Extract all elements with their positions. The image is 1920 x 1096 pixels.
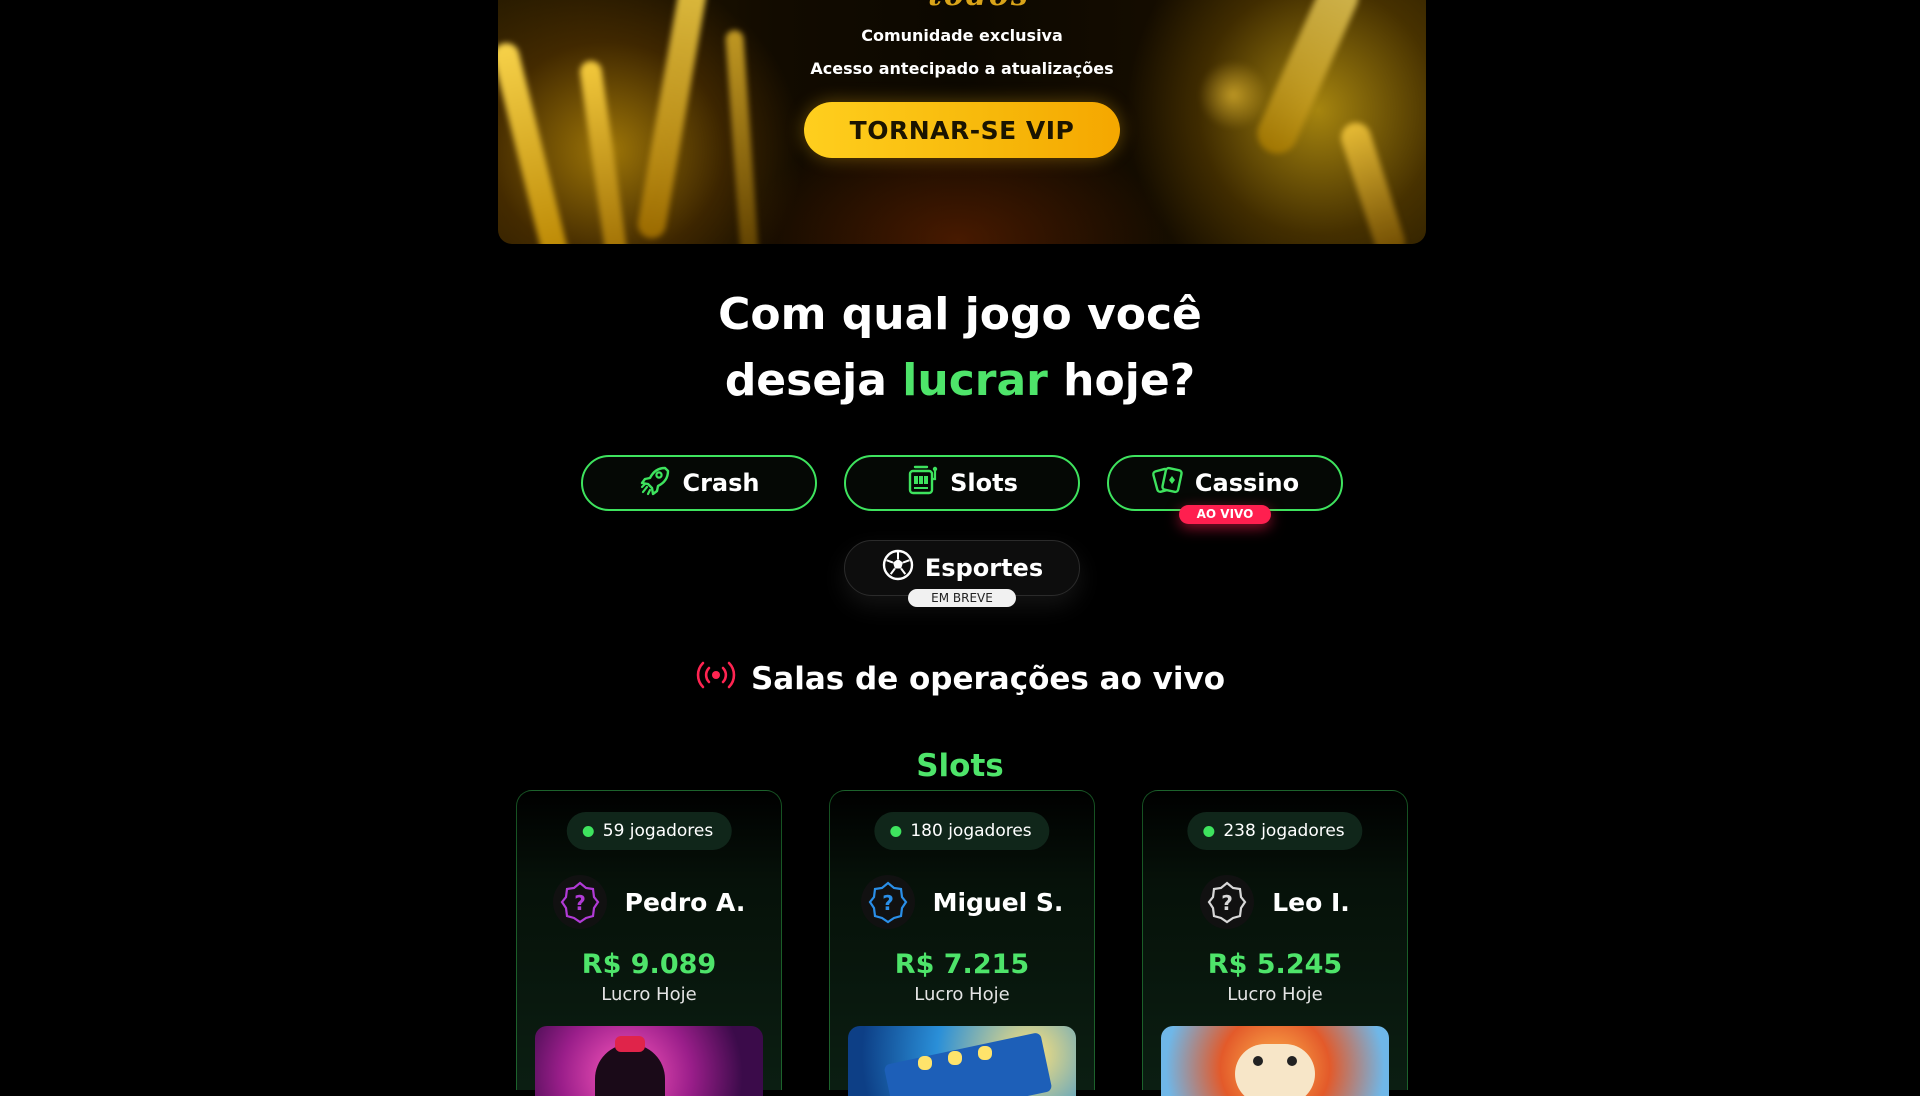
live-badge: AO VIVO bbox=[1179, 505, 1271, 524]
players-count: 59 jogadores bbox=[602, 821, 714, 841]
page: todos Comunidade exclusiva Acesso anteci… bbox=[0, 0, 1920, 1096]
profit-label: Lucro Hoje bbox=[601, 984, 697, 1005]
svg-text:?: ? bbox=[882, 891, 894, 915]
svg-text:?: ? bbox=[1221, 891, 1233, 915]
players-count: 238 jogadores bbox=[1223, 821, 1345, 841]
broadcast-icon bbox=[695, 660, 737, 698]
room-card[interactable]: 238 jogadores ? Leo I. R$ 5.245 Lucro Ho… bbox=[1142, 790, 1408, 1096]
online-dot bbox=[582, 825, 594, 837]
game-thumbnail[interactable] bbox=[535, 1026, 763, 1096]
avatar: ? bbox=[1200, 875, 1255, 929]
slot-machine-icon bbox=[906, 463, 940, 503]
room-card[interactable]: 180 jogadores ? Miguel S. R$ 7.215 Lucro… bbox=[829, 790, 1095, 1096]
section-title-slots: Slots bbox=[916, 748, 1004, 784]
rocket-icon bbox=[638, 463, 672, 503]
players-badge: 180 jogadores bbox=[874, 812, 1050, 850]
page-title: Com qual jogo você deseja lucrar hoje? bbox=[0, 282, 1920, 414]
vip-benefit-early-access: Acesso antecipado a atualizações bbox=[810, 59, 1114, 78]
title-text: hoje? bbox=[1047, 355, 1196, 406]
game-thumbnail[interactable] bbox=[1161, 1026, 1389, 1096]
players-badge: 238 jogadores bbox=[1187, 812, 1363, 850]
lion-avatar-icon: ? bbox=[1207, 881, 1247, 924]
player-info: ? Leo I. bbox=[1143, 875, 1407, 929]
vip-decoration bbox=[578, 59, 630, 244]
vip-banner: todos Comunidade exclusiva Acesso anteci… bbox=[498, 0, 1426, 244]
category-label: Slots bbox=[950, 469, 1018, 497]
players-badge: 59 jogadores bbox=[566, 812, 732, 850]
category-cassino-button[interactable]: Cassino bbox=[1107, 455, 1343, 511]
cards-icon bbox=[1151, 463, 1185, 503]
vip-decoration bbox=[1337, 118, 1409, 244]
player-name: Leo I. bbox=[1272, 887, 1350, 917]
players-count: 180 jogadores bbox=[910, 821, 1032, 841]
coming-soon-badge: EM BREVE bbox=[908, 589, 1016, 607]
player-info: ? Miguel S. bbox=[830, 875, 1094, 929]
profit-value: R$ 7.215 bbox=[894, 949, 1030, 980]
category-crash-button[interactable]: Crash bbox=[581, 455, 817, 511]
vip-heading: todos bbox=[928, 0, 1030, 13]
online-dot bbox=[1203, 825, 1215, 837]
category-esportes-button[interactable]: Esportes bbox=[844, 540, 1080, 596]
player-info: ? Pedro A. bbox=[517, 875, 781, 929]
svg-text:?: ? bbox=[574, 891, 586, 915]
avatar: ? bbox=[552, 875, 607, 929]
vip-benefit-community: Comunidade exclusiva bbox=[861, 26, 1063, 45]
category-label: Cassino bbox=[1194, 469, 1300, 497]
title-accent: lucrar bbox=[902, 355, 1048, 406]
become-vip-button[interactable]: TORNAR-SE VIP bbox=[804, 102, 1120, 158]
soccer-ball-icon bbox=[881, 548, 915, 588]
title-line-2: deseja lucrar hoje? bbox=[0, 348, 1920, 414]
profit-value: R$ 9.089 bbox=[581, 949, 717, 980]
category-label: Crash bbox=[682, 469, 760, 497]
category-label: Esportes bbox=[924, 554, 1044, 582]
player-name: Miguel S. bbox=[932, 887, 1064, 917]
profit-label: Lucro Hoje bbox=[1227, 984, 1323, 1005]
online-dot bbox=[890, 825, 902, 837]
category-slots-button[interactable]: Slots bbox=[844, 455, 1080, 511]
live-rooms-title: Salas de operações ao vivo bbox=[0, 660, 1920, 698]
room-card[interactable]: 59 jogadores ? Pedro A. R$ 9.089 Lucro H… bbox=[516, 790, 782, 1096]
player-name: Pedro A. bbox=[624, 887, 746, 917]
live-rooms-label: Salas de operações ao vivo bbox=[750, 661, 1226, 697]
avatar: ? bbox=[860, 875, 915, 929]
game-thumbnail[interactable] bbox=[848, 1026, 1076, 1096]
profit-value: R$ 5.245 bbox=[1207, 949, 1343, 980]
title-line-1: Com qual jogo você bbox=[718, 289, 1202, 340]
lion-avatar-icon: ? bbox=[560, 881, 600, 924]
title-text: deseja bbox=[724, 355, 903, 406]
lion-avatar-icon: ? bbox=[868, 881, 907, 924]
profit-label: Lucro Hoje bbox=[914, 984, 1010, 1005]
